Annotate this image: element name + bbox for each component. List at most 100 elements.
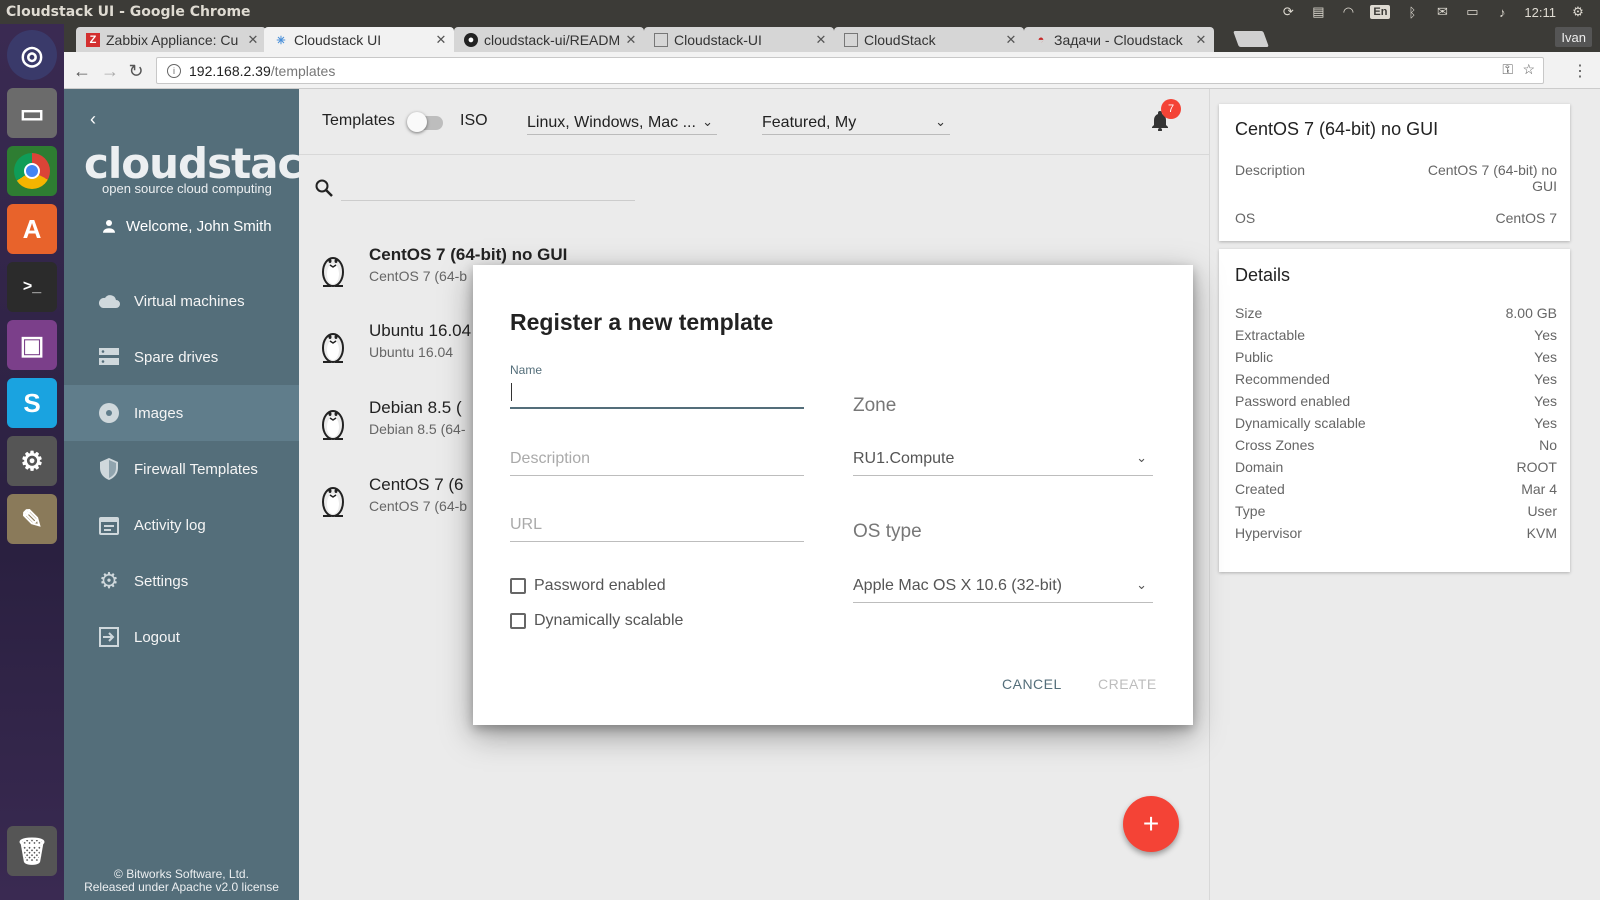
detail-value: Yes [1534,371,1557,387]
keyboard-layout-indicator[interactable]: En [1370,5,1391,19]
github-icon: ● [464,32,478,47]
sidebar-item-logout[interactable]: Logout [64,609,299,665]
dynamically-scalable-checkbox[interactable]: Dynamically scalable [510,612,683,630]
sync-icon[interactable]: ⟳ [1280,4,1296,19]
detail-value: Yes [1534,327,1557,343]
url-host: 192.168.2.39 [189,62,271,79]
close-icon[interactable]: ✕ [244,32,262,48]
search-input[interactable] [341,200,635,201]
password-enabled-checkbox[interactable]: Password enabled [510,577,666,595]
detail-row: Password enabled Yes [1235,393,1557,409]
collapse-sidebar-icon[interactable]: ‹ [90,109,96,130]
browser-tab[interactable]: Z Zabbix Appliance: Cu ✕ [76,27,266,52]
create-button[interactable]: CREATE [1098,676,1157,692]
chevron-down-icon: ⌄ [1136,577,1147,592]
user-icon [103,220,115,233]
tab-label: Zabbix Appliance: Cu [106,31,239,48]
template-name: Ubuntu 16.04 [369,321,472,340]
description-field[interactable]: Description [510,444,804,476]
sidebar-item-spare-drives[interactable]: Spare drives [64,329,299,385]
sidebar-item-virtual-machines[interactable]: Virtual machines [64,273,299,329]
sidebar-item-label: Spare drives [134,348,219,366]
sidebar-item-settings[interactable]: ⚙ Settings [64,553,299,609]
tab-label: Задачи - Cloudstack [1054,31,1183,48]
url-field[interactable]: URL [510,510,804,542]
page-icon [844,32,858,47]
address-bar[interactable]: i 192.168.2.39/templates ⚿ ☆ [156,57,1544,84]
browser-tab[interactable]: ● cloudstack-ui/READM ✕ [454,27,644,52]
system-settings-icon[interactable]: ⚙ [7,436,57,486]
back-arrow-icon[interactable]: ← [70,59,94,83]
sidebar-item-images[interactable]: Images [64,385,299,441]
browser-menu-icon[interactable]: ⋮ [1572,61,1588,81]
detail-row: Dynamically scalable Yes [1235,415,1557,431]
detail-key: Password enabled [1235,393,1351,409]
template-description: CentOS 7 (64-b [369,268,468,284]
logout-icon [97,625,121,649]
chrome-icon[interactable] [7,146,57,196]
search-icon[interactable] [315,179,333,197]
power-icon[interactable]: ⚙ [1570,4,1586,19]
detail-row: Recommended Yes [1235,371,1557,387]
linux-tux-icon [322,257,344,287]
close-icon[interactable]: ✕ [432,32,450,48]
os-type-select[interactable]: Apple Mac OS X 10.6 (32-bit) ⌄ [853,571,1153,603]
close-icon[interactable]: ✕ [1002,32,1020,48]
close-icon[interactable]: ✕ [1192,32,1210,48]
tab-label: CloudStack [864,31,936,48]
wifi-icon[interactable]: ◠ [1340,4,1356,19]
checkbox-box [510,613,526,629]
browser-tab[interactable]: Cloudstack-UI ✕ [644,27,834,52]
welcome-message[interactable]: Welcome, John Smith [100,217,272,235]
sidebar-item-activity-log[interactable]: Activity log [64,497,299,553]
zone-value: RU1.Compute [853,450,955,467]
gimp-icon[interactable]: ✎ [7,494,57,544]
browser-toolbar: ← → ↻ i 192.168.2.39/templates ⚿ ☆ ⋮ [64,52,1600,89]
skype-icon[interactable]: S [7,378,57,428]
mail-icon[interactable]: ✉ [1434,4,1450,19]
os-family-select[interactable]: Linux, Windows, Mac ... ⌄ [527,111,717,135]
key-icon[interactable]: ⚿ [1502,61,1513,78]
close-icon[interactable]: ✕ [622,32,640,48]
profile-button[interactable]: Ivan [1555,27,1592,47]
info-icon[interactable]: i [167,63,181,78]
software-center-icon[interactable]: A [7,204,57,254]
new-tab-button[interactable] [1233,31,1269,47]
summary-value: CentOS 7 (64-bit) no GUI [1427,162,1557,194]
browser-tab[interactable]: ◓ Задачи - Cloudstack ✕ [1024,27,1214,52]
battery-icon[interactable]: ▭ [1464,4,1480,19]
scope-select[interactable]: Featured, My ⌄ [762,111,950,135]
trash-icon[interactable]: 🗑 [7,826,57,876]
notifications-button[interactable]: 7 [1151,99,1181,133]
browser-tab[interactable]: CloudStack ✕ [834,27,1024,52]
bluetooth-icon[interactable]: ᛒ [1404,5,1420,20]
name-field[interactable]: Name [510,363,804,409]
sidebar-item-firewall-templates[interactable]: Firewall Templates [64,441,299,497]
browser-tab-active[interactable]: ✳ Cloudstack UI ✕ [264,27,454,53]
template-description: Debian 8.5 (64- [369,421,466,437]
printer-icon[interactable]: ▤ [1310,4,1326,19]
forward-arrow-icon[interactable]: → [98,59,122,83]
files-icon[interactable]: ▭ [7,88,57,138]
reload-icon[interactable]: ↻ [124,59,148,83]
logo-text: cloudstack [84,139,329,188]
cancel-button[interactable]: CANCEL [1002,676,1062,692]
sidebar-item-label: Settings [134,572,189,590]
add-template-button[interactable]: + [1123,796,1179,852]
summary-key: Description [1235,162,1306,178]
star-icon[interactable]: ☆ [1522,61,1535,78]
clock[interactable]: 12:11 [1524,5,1556,20]
zone-select[interactable]: RU1.Compute ⌄ [853,444,1153,476]
detail-value: User [1527,503,1557,519]
volume-icon[interactable]: ♪ [1494,5,1510,20]
app-sidebar: ‹ cloudstack open source cloud computing… [64,89,329,900]
terminal-icon[interactable]: >_ [7,262,57,312]
close-icon[interactable]: ✕ [812,32,830,48]
remote-desktop-icon[interactable]: ▣ [7,320,57,370]
templates-label[interactable]: Templates [322,112,395,130]
ubuntu-logo-icon[interactable]: ◎ [7,30,57,80]
summary-value: CentOS 7 [1495,210,1557,226]
iso-label[interactable]: ISO [460,112,488,130]
templates-iso-toggle[interactable] [407,112,445,132]
detail-value: Yes [1534,415,1557,431]
